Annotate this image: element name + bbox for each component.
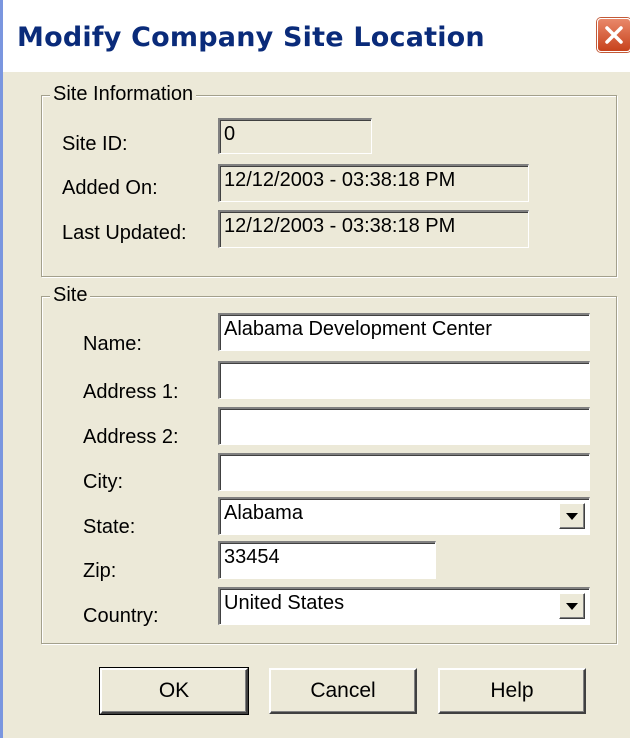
site-id-label: Site ID:	[62, 133, 128, 155]
site-information-group: Site Information Site ID: 0 Added On: 12…	[41, 83, 617, 277]
dialog-title: Modify Company Site Location	[17, 22, 485, 53]
zip-input[interactable]: 33454	[218, 541, 436, 579]
address2-input[interactable]	[218, 407, 590, 445]
site-information-legend: Site Information	[50, 83, 197, 106]
ok-button[interactable]: OK	[99, 667, 249, 715]
state-select-value: Alabama	[224, 502, 303, 524]
state-dropdown-button[interactable]	[559, 503, 585, 529]
site-id-field: 0	[218, 118, 372, 154]
city-input[interactable]	[218, 453, 590, 491]
site-group: Site Name: Alabama Development Center Ad…	[41, 284, 617, 644]
last-updated-field: 12/12/2003 - 03:38:18 PM	[218, 210, 529, 248]
address1-label: Address 1:	[83, 381, 179, 403]
name-label: Name:	[83, 333, 142, 355]
added-on-field: 12/12/2003 - 03:38:18 PM	[218, 164, 529, 202]
state-label: State:	[83, 516, 136, 538]
address1-input[interactable]	[218, 361, 590, 399]
last-updated-label: Last Updated:	[62, 222, 187, 244]
country-dropdown-button[interactable]	[559, 593, 585, 619]
zip-label: Zip:	[83, 560, 117, 582]
chevron-down-icon	[566, 603, 578, 610]
site-legend: Site	[50, 284, 91, 307]
state-select[interactable]: Alabama	[218, 497, 590, 535]
city-label: City:	[83, 471, 123, 493]
country-select-value: United States	[224, 592, 345, 614]
cancel-button[interactable]: Cancel	[269, 668, 417, 714]
address2-label: Address 2:	[83, 426, 179, 448]
chevron-down-icon	[566, 513, 578, 520]
country-select[interactable]: United States	[218, 587, 590, 625]
added-on-label: Added On:	[62, 177, 158, 199]
close-icon	[605, 26, 623, 44]
modify-site-dialog: Modify Company Site Location Site Inform…	[0, 0, 630, 738]
name-input[interactable]: Alabama Development Center	[218, 313, 590, 351]
help-button[interactable]: Help	[438, 668, 586, 714]
close-button[interactable]	[597, 18, 630, 52]
country-label: Country:	[83, 605, 159, 627]
